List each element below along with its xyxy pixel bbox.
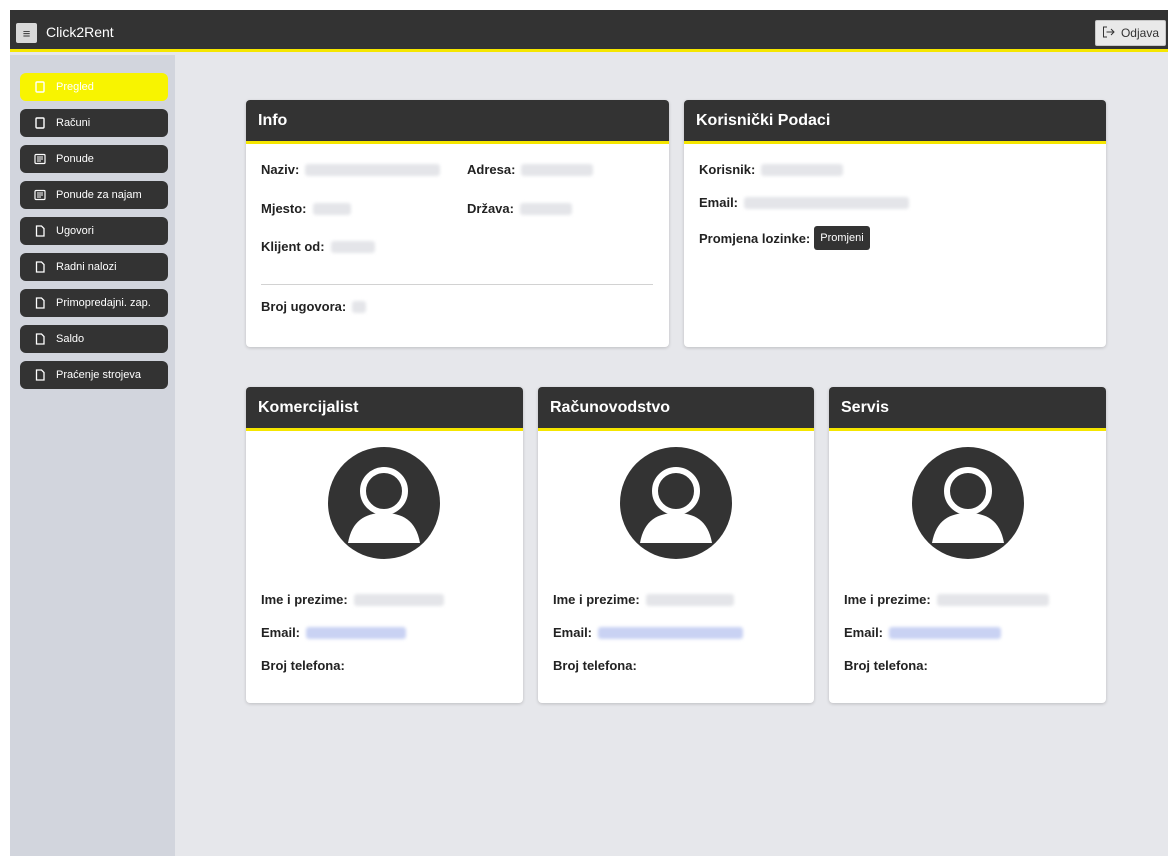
avatar-icon [328, 447, 440, 559]
sidebar-item-label: Ponude [56, 153, 94, 165]
password-change-field: Promjena lozinke: Promjeni [699, 226, 870, 250]
contact-email-field: Email: [553, 625, 744, 640]
contact-card-title: Servis [829, 387, 1106, 431]
info-card: Info Naziv: Adresa: Mjesto: Država: Klij… [246, 100, 669, 347]
logout-icon [1102, 26, 1116, 41]
divider [261, 284, 653, 285]
sidebar-item-ponude[interactable]: Ponude [20, 145, 168, 173]
user-email-field: Email: [699, 195, 910, 210]
contact-name-field: Ime i prezime: [844, 592, 1049, 607]
adresa-field: Adresa: [467, 162, 594, 177]
contact-email-field: Email: [261, 625, 407, 640]
contact-card-komercijalist: Komercijalist Ime i prezime: Email: Broj… [246, 387, 523, 703]
file-icon [34, 225, 46, 237]
user-data-card-title: Korisnički Podaci [684, 100, 1106, 144]
contact-phone-field: Broj telefona: [553, 658, 637, 673]
sidebar-item-saldo[interactable]: Saldo [20, 325, 168, 353]
menu-toggle-button[interactable]: ≡ [16, 23, 37, 43]
avatar-icon [620, 447, 732, 559]
avatar-icon [912, 447, 1024, 559]
sidebar-item-label: Primopredajni. zap. [56, 297, 151, 309]
file-icon [34, 297, 46, 309]
offer-icon [34, 153, 46, 165]
contact-name-field: Ime i prezime: [553, 592, 734, 607]
sidebar-item-pregled[interactable]: Pregled [20, 73, 168, 101]
document-icon [34, 117, 46, 129]
hamburger-icon: ≡ [22, 25, 31, 41]
drzava-field: Država: [467, 201, 572, 216]
sidebar-item-label: Ugovori [56, 225, 94, 237]
sidebar-item-radni-nalozi[interactable]: Radni nalozi [20, 253, 168, 281]
contact-phone-field: Broj telefona: [261, 658, 345, 673]
info-card-title: Info [246, 100, 669, 144]
contact-email-field: Email: [844, 625, 1002, 640]
sidebar-item-label: Ponude za najam [56, 189, 142, 201]
file-icon [34, 369, 46, 381]
contact-card-servis: Servis Ime i prezime: Email: Broj telefo… [829, 387, 1106, 703]
sidebar-item-label: Računi [56, 117, 91, 129]
sidebar-item-pracenje-strojeva[interactable]: Praćenje strojeva [20, 361, 168, 389]
sidebar-item-racuni[interactable]: Računi [20, 109, 168, 137]
sidebar-item-ponude-za-najam[interactable]: Ponude za najam [20, 181, 168, 209]
sidebar-item-label: Pregled [56, 81, 94, 93]
sidebar: Pregled Računi Ponude Ponude za najam Ug… [10, 55, 175, 856]
contact-card-racunovodstvo: Računovodstvo Ime i prezime: Email: Broj… [538, 387, 814, 703]
file-icon [34, 261, 46, 273]
contact-card-title: Računovodstvo [538, 387, 814, 431]
file-icon [34, 333, 46, 345]
contact-phone-field: Broj telefona: [844, 658, 928, 673]
top-bar: ≡ Click2Rent Odjava [10, 10, 1168, 52]
korisnik-field: Korisnik: [699, 162, 844, 177]
sidebar-item-label: Praćenje strojeva [56, 369, 141, 381]
app-title: Click2Rent [46, 24, 114, 40]
logout-button[interactable]: Odjava [1094, 20, 1166, 46]
app-frame: ≡ Click2Rent Odjava Pregled Računi Ponud… [10, 10, 1168, 856]
mjesto-field: Mjesto: [261, 201, 351, 216]
change-password-button[interactable]: Promjeni [814, 226, 870, 250]
naziv-field: Naziv: [261, 162, 441, 177]
sidebar-item-label: Saldo [56, 333, 85, 345]
offer-icon [34, 189, 46, 201]
logout-label: Odjava [1120, 26, 1159, 40]
klijent-od-field: Klijent od: [261, 239, 375, 254]
sidebar-item-ugovori[interactable]: Ugovori [20, 217, 168, 245]
broj-ugovora-field: Broj ugovora: [261, 299, 367, 314]
document-icon [34, 81, 46, 93]
sidebar-item-primopredajni[interactable]: Primopredajni. zap. [20, 289, 168, 317]
user-data-card: Korisnički Podaci Korisnik: Email: Promj… [684, 100, 1106, 347]
sidebar-item-label: Radni nalozi [56, 261, 117, 273]
contact-card-title: Komercijalist [246, 387, 523, 431]
contact-name-field: Ime i prezime: [261, 592, 444, 607]
